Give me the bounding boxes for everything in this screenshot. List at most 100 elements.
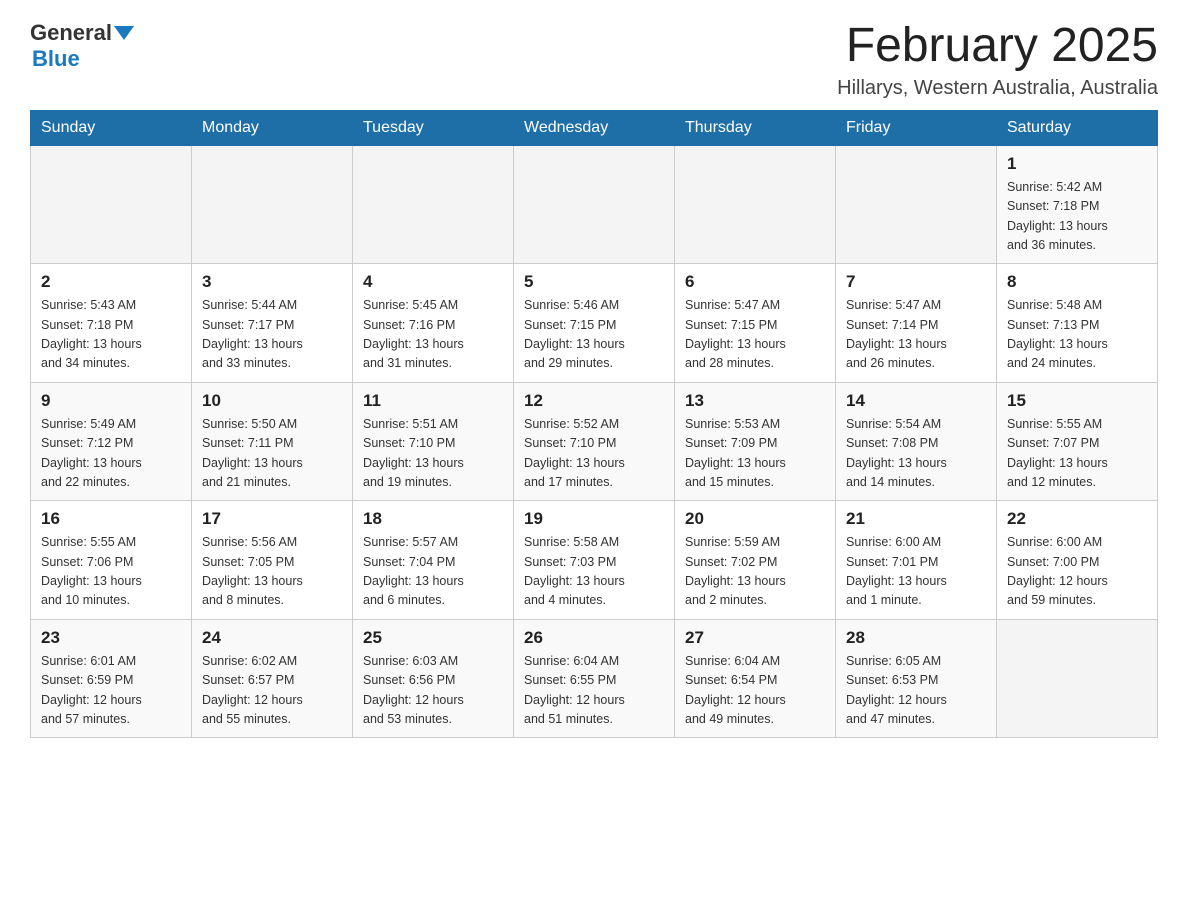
calendar-cell xyxy=(514,145,675,264)
calendar-cell xyxy=(836,145,997,264)
day-number: 13 xyxy=(685,391,825,411)
calendar-cell: 10 Sunrise: 5:50 AMSunset: 7:11 PMDayligh… xyxy=(192,382,353,501)
day-number: 1 xyxy=(1007,154,1147,174)
logo-arrow-icon xyxy=(114,26,134,40)
day-info: Sunrise: 5:53 AMSunset: 7:09 PMDaylight:… xyxy=(685,417,786,489)
calendar-cell: 23 Sunrise: 6:01 AMSunset: 6:59 PMDayligh… xyxy=(31,619,192,738)
calendar-cell: 27 Sunrise: 6:04 AMSunset: 6:54 PMDayligh… xyxy=(675,619,836,738)
day-number: 12 xyxy=(524,391,664,411)
calendar-cell: 8Sunrise: 5:48 AMSunset: 7:13 PMDaylight… xyxy=(997,264,1158,383)
day-info: Sunrise: 5:58 AMSunset: 7:03 PMDaylight:… xyxy=(524,535,625,607)
day-info: Sunrise: 6:01 AMSunset: 6:59 PMDaylight:… xyxy=(41,654,142,726)
day-number: 6 xyxy=(685,272,825,292)
calendar-cell: 4 Sunrise: 5:45 AMSunset: 7:16 PMDaylight… xyxy=(353,264,514,383)
day-number: 21 xyxy=(846,509,986,529)
day-info: Sunrise: 6:04 AMSunset: 6:55 PMDaylight:… xyxy=(524,654,625,726)
day-number: 11 xyxy=(363,391,503,411)
calendar-cell xyxy=(997,619,1158,738)
day-number: 24 xyxy=(202,628,342,648)
calendar-cell: 14 Sunrise: 5:54 AMSunset: 7:08 PMDayligh… xyxy=(836,382,997,501)
day-info: Sunrise: 5:46 AMSunset: 7:15 PMDaylight:… xyxy=(524,298,625,370)
header-friday: Friday xyxy=(836,110,997,145)
day-info: Sunrise: 5:52 AMSunset: 7:10 PMDaylight:… xyxy=(524,417,625,489)
day-info: Sunrise: 6:04 AMSunset: 6:54 PMDaylight:… xyxy=(685,654,786,726)
day-number: 25 xyxy=(363,628,503,648)
calendar-cell: 1Sunrise: 5:42 AMSunset: 7:18 PMDaylight… xyxy=(997,145,1158,264)
header-saturday: Saturday xyxy=(997,110,1158,145)
calendar-cell: 12 Sunrise: 5:52 AMSunset: 7:10 PMDayligh… xyxy=(514,382,675,501)
day-number: 10 xyxy=(202,391,342,411)
day-info: Sunrise: 5:45 AMSunset: 7:16 PMDaylight:… xyxy=(363,298,464,370)
header-thursday: Thursday xyxy=(675,110,836,145)
day-info: Sunrise: 5:44 AMSunset: 7:17 PMDaylight:… xyxy=(202,298,303,370)
calendar-cell: 21 Sunrise: 6:00 AMSunset: 7:01 PMDayligh… xyxy=(836,501,997,620)
calendar-cell: 28 Sunrise: 6:05 AMSunset: 6:53 PMDayligh… xyxy=(836,619,997,738)
day-info: Sunrise: 5:59 AMSunset: 7:02 PMDaylight:… xyxy=(685,535,786,607)
day-number: 18 xyxy=(363,509,503,529)
calendar-cell xyxy=(31,145,192,264)
day-number: 4 xyxy=(363,272,503,292)
day-number: 14 xyxy=(846,391,986,411)
day-number: 9 xyxy=(41,391,181,411)
location-subtitle: Hillarys, Western Australia, Australia xyxy=(837,77,1158,100)
day-info: Sunrise: 5:50 AMSunset: 7:11 PMDaylight:… xyxy=(202,417,303,489)
day-info: Sunrise: 5:55 AMSunset: 7:07 PMDaylight:… xyxy=(1007,417,1108,489)
day-info: Sunrise: 6:05 AMSunset: 6:53 PMDaylight:… xyxy=(846,654,947,726)
day-info: Sunrise: 5:57 AMSunset: 7:04 PMDaylight:… xyxy=(363,535,464,607)
day-info: Sunrise: 5:43 AMSunset: 7:18 PMDaylight:… xyxy=(41,298,142,370)
calendar-cell: 24 Sunrise: 6:02 AMSunset: 6:57 PMDayligh… xyxy=(192,619,353,738)
day-info: Sunrise: 5:48 AMSunset: 7:13 PMDaylight:… xyxy=(1007,298,1108,370)
day-number: 23 xyxy=(41,628,181,648)
day-info: Sunrise: 6:02 AMSunset: 6:57 PMDaylight:… xyxy=(202,654,303,726)
calendar-cell: 19 Sunrise: 5:58 AMSunset: 7:03 PMDayligh… xyxy=(514,501,675,620)
calendar-cell: 20 Sunrise: 5:59 AMSunset: 7:02 PMDayligh… xyxy=(675,501,836,620)
calendar-cell: 6 Sunrise: 5:47 AMSunset: 7:15 PMDaylight… xyxy=(675,264,836,383)
day-info: Sunrise: 5:51 AMSunset: 7:10 PMDaylight:… xyxy=(363,417,464,489)
day-number: 3 xyxy=(202,272,342,292)
calendar-cell: 22 Sunrise: 6:00 AMSunset: 7:00 PMDayligh… xyxy=(997,501,1158,620)
day-number: 20 xyxy=(685,509,825,529)
calendar-cell: 3 Sunrise: 5:44 AMSunset: 7:17 PMDaylight… xyxy=(192,264,353,383)
day-info: Sunrise: 5:49 AMSunset: 7:12 PMDaylight:… xyxy=(41,417,142,489)
day-number: 22 xyxy=(1007,509,1147,529)
calendar-cell: 13 Sunrise: 5:53 AMSunset: 7:09 PMDayligh… xyxy=(675,382,836,501)
calendar-cell xyxy=(353,145,514,264)
day-info: Sunrise: 5:56 AMSunset: 7:05 PMDaylight:… xyxy=(202,535,303,607)
header-sunday: Sunday xyxy=(31,110,192,145)
day-number: 19 xyxy=(524,509,664,529)
day-number: 26 xyxy=(524,628,664,648)
month-title: February 2025 xyxy=(837,20,1158,73)
calendar-cell: 17 Sunrise: 5:56 AMSunset: 7:05 PMDayligh… xyxy=(192,501,353,620)
logo: General Blue xyxy=(30,20,134,72)
header: General Blue February 2025 Hillarys, Wes… xyxy=(30,20,1158,100)
day-number: 17 xyxy=(202,509,342,529)
calendar-cell: 18 Sunrise: 5:57 AMSunset: 7:04 PMDayligh… xyxy=(353,501,514,620)
calendar-cell xyxy=(192,145,353,264)
day-info: Sunrise: 5:47 AMSunset: 7:14 PMDaylight:… xyxy=(846,298,947,370)
calendar-table: SundayMondayTuesdayWednesdayThursdayFrid… xyxy=(30,110,1158,739)
calendar-cell: 2Sunrise: 5:43 AMSunset: 7:18 PMDaylight… xyxy=(31,264,192,383)
logo-general: General xyxy=(30,20,112,46)
calendar-cell: 11 Sunrise: 5:51 AMSunset: 7:10 PMDayligh… xyxy=(353,382,514,501)
calendar-cell: 15 Sunrise: 5:55 AMSunset: 7:07 PMDayligh… xyxy=(997,382,1158,501)
day-info: Sunrise: 6:00 AMSunset: 7:00 PMDaylight:… xyxy=(1007,535,1108,607)
header-monday: Monday xyxy=(192,110,353,145)
day-number: 15 xyxy=(1007,391,1147,411)
logo-blue: Blue xyxy=(32,46,80,72)
day-number: 28 xyxy=(846,628,986,648)
calendar-cell xyxy=(675,145,836,264)
day-number: 7 xyxy=(846,272,986,292)
day-info: Sunrise: 6:03 AMSunset: 6:56 PMDaylight:… xyxy=(363,654,464,726)
day-info: Sunrise: 5:54 AMSunset: 7:08 PMDaylight:… xyxy=(846,417,947,489)
header-wednesday: Wednesday xyxy=(514,110,675,145)
calendar-cell: 7 Sunrise: 5:47 AMSunset: 7:14 PMDaylight… xyxy=(836,264,997,383)
calendar-cell: 5 Sunrise: 5:46 AMSunset: 7:15 PMDaylight… xyxy=(514,264,675,383)
header-tuesday: Tuesday xyxy=(353,110,514,145)
calendar-cell: 9 Sunrise: 5:49 AMSunset: 7:12 PMDaylight… xyxy=(31,382,192,501)
day-number: 5 xyxy=(524,272,664,292)
calendar-cell: 25 Sunrise: 6:03 AMSunset: 6:56 PMDayligh… xyxy=(353,619,514,738)
title-area: February 2025 Hillarys, Western Australi… xyxy=(837,20,1158,100)
day-info: Sunrise: 6:00 AMSunset: 7:01 PMDaylight:… xyxy=(846,535,947,607)
day-info: Sunrise: 5:47 AMSunset: 7:15 PMDaylight:… xyxy=(685,298,786,370)
day-number: 27 xyxy=(685,628,825,648)
